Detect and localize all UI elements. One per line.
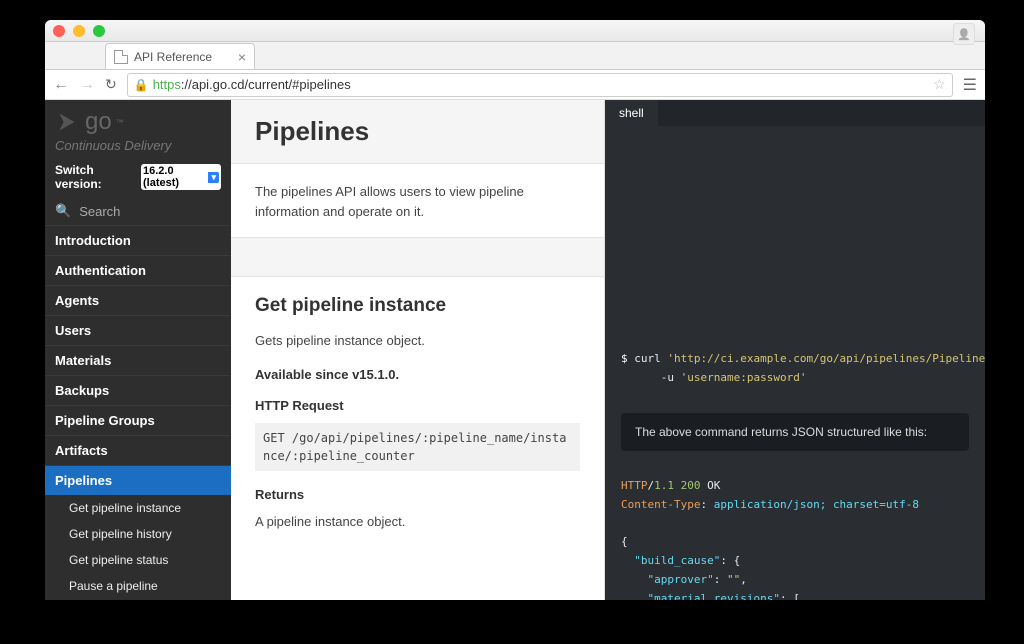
sidebar-item-artifacts[interactable]: Artifacts — [45, 435, 231, 465]
curl-block: $ curl 'http://ci.example.com/go/api/pip… — [605, 336, 985, 401]
user-profile-icon[interactable] — [953, 23, 975, 45]
sidebar-subitem-pause-a-pipeline[interactable]: Pause a pipeline — [45, 573, 231, 599]
close-window-button[interactable] — [53, 25, 65, 37]
returns-heading: Returns — [255, 487, 580, 502]
logo-mark-icon — [55, 109, 81, 135]
search-icon: 🔍 — [55, 203, 71, 219]
page-icon — [114, 50, 128, 64]
tagline: Continuous Delivery — [55, 138, 221, 153]
url-text: https://api.go.cd/current/#pipelines — [153, 77, 351, 92]
url-protocol: https — [153, 77, 181, 92]
returns-text: A pipeline instance object. — [255, 512, 580, 532]
intro-text: The pipelines API allows users to view p… — [255, 182, 580, 221]
sidebar-subitem-get-pipeline-status[interactable]: Get pipeline status — [45, 547, 231, 573]
logo-area: go ™ Continuous Delivery — [45, 100, 231, 157]
section-title: Get pipeline instance — [255, 295, 580, 317]
curl-flag: -u — [661, 371, 674, 384]
titlebar — [45, 20, 985, 42]
http-request-heading: HTTP Request — [255, 398, 580, 413]
note-box: The above command returns JSON structure… — [621, 413, 969, 451]
curl-auth: 'username:password' — [681, 371, 807, 384]
search-input[interactable]: 🔍 Search — [45, 197, 231, 225]
close-tab-icon[interactable]: × — [238, 49, 246, 65]
browser-window: API Reference × ← → ↻ 🔒 https://api.go.c… — [45, 20, 985, 600]
tab-title: API Reference — [134, 50, 212, 64]
sidebar-subitem-unpause-a-pipeline[interactable]: Unpause a pipeline — [45, 599, 231, 600]
tab-bar: API Reference × — [45, 42, 985, 70]
sidebar-subitem-get-pipeline-instance[interactable]: Get pipeline instance — [45, 495, 231, 521]
sidebar-item-pipelines[interactable]: Pipelines — [45, 465, 231, 495]
available-since: Available since v15.1.0. — [255, 367, 580, 382]
resp-ver: 1.1 — [654, 479, 674, 492]
resp-proto: HTTP — [621, 479, 648, 492]
maximize-window-button[interactable] — [93, 25, 105, 37]
code-spacer — [605, 126, 985, 336]
window-controls — [53, 25, 105, 37]
resp-ct-val: application/json; charset=utf-8 — [707, 498, 919, 511]
version-switcher: Switch version: 16.2.0 (latest) ▾ — [45, 157, 231, 197]
bookmark-icon[interactable]: ☆ — [933, 76, 946, 93]
resp-ct-key: Content-Type — [621, 498, 700, 511]
url-path: ://api.go.cd/current/#pipelines — [181, 77, 351, 92]
curl-prompt: $ — [621, 352, 628, 365]
sidebar-subitem-get-pipeline-history[interactable]: Get pipeline history — [45, 521, 231, 547]
reload-button[interactable]: ↻ — [105, 76, 117, 93]
menu-icon[interactable]: ☰ — [963, 75, 977, 95]
sidebar-item-pipeline-groups[interactable]: Pipeline Groups — [45, 405, 231, 435]
back-button[interactable]: ← — [53, 76, 69, 94]
page-content: go ™ Continuous Delivery Switch version: … — [45, 100, 985, 600]
section-desc: Gets pipeline instance object. — [255, 331, 580, 351]
nav-bar: ← → ↻ 🔒 https://api.go.cd/current/#pipel… — [45, 70, 985, 100]
sidebar-item-introduction[interactable]: Introduction — [45, 225, 231, 255]
response-block: HTTP/1.1 200 OK Content-Type: applicatio… — [605, 463, 985, 600]
sidebar: go ™ Continuous Delivery Switch version: … — [45, 100, 231, 600]
browser-tab[interactable]: API Reference × — [105, 43, 255, 69]
sidebar-item-users[interactable]: Users — [45, 315, 231, 345]
search-placeholder: Search — [79, 204, 120, 219]
code-column: shell $ curl 'http://ci.example.com/go/a… — [605, 100, 985, 600]
docs-column: Pipelines The pipelines API allows users… — [231, 100, 605, 600]
version-label: Switch version: — [55, 163, 137, 191]
page-title: Pipelines — [255, 116, 580, 147]
curl-cmd: curl — [634, 352, 661, 365]
version-select[interactable]: 16.2.0 (latest) ▾ — [141, 164, 221, 190]
sidebar-item-materials[interactable]: Materials — [45, 345, 231, 375]
curl-url: 'http://ci.example.com/go/api/pipelines/… — [667, 352, 985, 365]
sidebar-item-agents[interactable]: Agents — [45, 285, 231, 315]
docs-body: The pipelines API allows users to view p… — [231, 164, 604, 565]
section-divider — [231, 237, 604, 277]
lock-icon: 🔒 — [134, 78, 149, 92]
docs-header: Pipelines — [231, 100, 604, 164]
json-body: { "build_cause": { "approver": "", "mate… — [621, 535, 846, 600]
resp-ok: OK — [707, 479, 720, 492]
minimize-window-button[interactable] — [73, 25, 85, 37]
http-request-code: GET /go/api/pipelines/:pipeline_name/ins… — [255, 423, 580, 471]
code-tab-shell[interactable]: shell — [605, 100, 658, 126]
logo: go ™ — [55, 108, 221, 136]
chevron-down-icon: ▾ — [208, 172, 219, 183]
code-tabs: shell — [605, 100, 985, 126]
logo-text: go — [85, 108, 112, 136]
logo-tm: ™ — [116, 118, 124, 127]
forward-button[interactable]: → — [79, 76, 95, 94]
version-value: 16.2.0 (latest) — [143, 165, 206, 189]
address-bar[interactable]: 🔒 https://api.go.cd/current/#pipelines ☆ — [127, 73, 953, 97]
resp-code: 200 — [681, 479, 701, 492]
sidebar-item-backups[interactable]: Backups — [45, 375, 231, 405]
sidebar-item-authentication[interactable]: Authentication — [45, 255, 231, 285]
